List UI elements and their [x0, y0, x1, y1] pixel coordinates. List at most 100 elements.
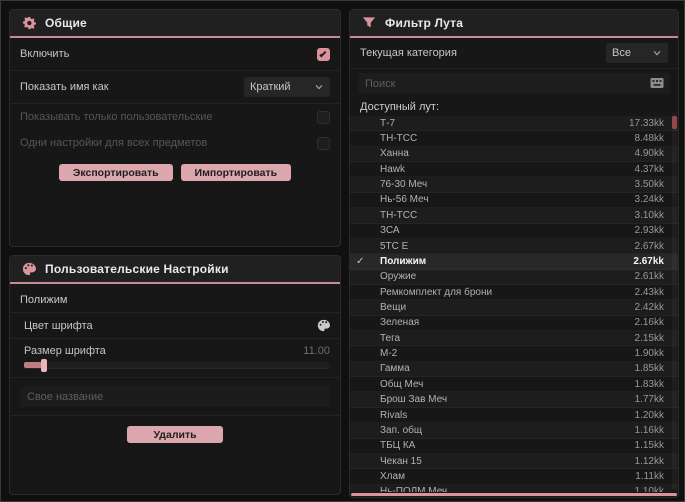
panel-custom-settings: Пользовательские Настройки Полижим Цвет … [9, 255, 341, 495]
loot-row[interactable]: Гамма 1.85kk [350, 362, 678, 377]
loot-row-name: Хлам [380, 470, 405, 482]
loot-row-name: Нь-ПОЛМ Меч [380, 486, 448, 492]
search-input[interactable] [358, 73, 670, 94]
loot-row[interactable]: ✓ Полижим 2.67kk [350, 254, 678, 270]
gear-icon [22, 16, 36, 30]
font-size-slider[interactable] [24, 359, 330, 372]
loot-row[interactable]: Зеленая 2.16kk [350, 316, 678, 331]
loot-row[interactable]: Нь-ПОЛМ Меч 1.10kk [350, 485, 678, 492]
loot-row[interactable]: Оружие 2.61kk [350, 270, 678, 285]
loot-row[interactable]: Нь-56 Меч 3.24kk [350, 193, 678, 208]
delete-button[interactable]: Удалить [127, 426, 223, 443]
loot-row-value: 1.11kk [635, 470, 664, 482]
show-name-row: Показать имя как Краткий [10, 71, 340, 104]
loot-row-value: 3.24kk [634, 194, 664, 206]
loot-row-name: ТН-ТСС [380, 209, 418, 221]
loot-row-value: 3.10kk [634, 209, 664, 221]
panel-title: Фильтр Лута [385, 16, 464, 30]
panel-title: Общие [45, 16, 87, 30]
loot-row-name: Hawk [380, 163, 406, 175]
available-loot-label: Доступный лут: [360, 101, 440, 113]
loot-row-value: 2.67kk [634, 240, 664, 252]
loot-row[interactable]: ЗСА 2.93kk [350, 224, 678, 239]
loot-row-value: 17.33kk [628, 117, 664, 129]
panel-general: Общие Включить Показать имя как Краткий … [9, 9, 341, 247]
loot-row-value: 1.16kk [634, 424, 664, 436]
loot-row[interactable]: Зап. общ 1.16kk [350, 423, 678, 438]
loot-row-name: 76-30 Меч [380, 179, 428, 191]
loot-row[interactable]: Т-7 17.33kk [350, 116, 678, 131]
bottom-scrollbar[interactable] [351, 493, 677, 496]
loot-row[interactable]: ТН-ТСС 8.48kk [350, 131, 678, 146]
check-icon: ✓ [356, 255, 365, 267]
same-settings-checkbox[interactable] [317, 136, 330, 150]
loot-row-name: Оружие [380, 271, 417, 283]
loot-row-name: Rivals [380, 409, 408, 421]
panel-loot-filter: Фильтр Лута Текущая категория Все Доступ… [349, 9, 679, 498]
loot-row[interactable]: Тега 2.15kk [350, 331, 678, 346]
only-custom-label: Показывать только пользовательские [20, 111, 213, 123]
slider-fill [24, 362, 43, 368]
loot-row[interactable]: Ремкомплект для брони 2.43kk [350, 285, 678, 300]
custom-name-row [10, 378, 340, 416]
panel-title: Пользовательские Настройки [45, 262, 229, 276]
loot-row-name: Гамма [380, 363, 410, 375]
loot-row[interactable]: Hawk 4.37kk [350, 162, 678, 177]
loot-row-name: Зеленая [380, 317, 420, 329]
funnel-icon [362, 17, 376, 28]
category-dropdown[interactable]: Все [606, 43, 668, 63]
loot-row[interactable]: Общ Меч 1.83kk [350, 377, 678, 392]
custom-name-input[interactable] [20, 386, 330, 407]
same-settings-row: Одни настройки для всех предметов [10, 130, 340, 156]
enable-label: Включить [20, 48, 70, 60]
loot-row[interactable]: Брош Зав Меч 1.77kk [350, 392, 678, 407]
loot-row-name: Вещи [380, 301, 407, 313]
only-custom-checkbox[interactable] [317, 110, 330, 124]
category-row: Текущая категория Все [350, 38, 678, 69]
chevron-down-icon [315, 84, 323, 90]
panel-custom-header: Пользовательские Настройки [10, 256, 340, 284]
show-name-dropdown[interactable]: Краткий [244, 77, 330, 97]
slider-handle[interactable] [40, 359, 47, 372]
loot-row-name: Брош Зав Меч [380, 394, 448, 406]
loot-row-value: 2.15kk [634, 332, 664, 344]
loot-row-value: 3.50kk [634, 179, 664, 191]
keyboard-icon[interactable] [650, 77, 664, 89]
loot-row-name: Полижим [380, 255, 427, 267]
loot-row-value: 1.12kk [634, 455, 664, 467]
loot-row-value: 4.37kk [634, 163, 664, 175]
loot-row-value: 2.93kk [634, 225, 664, 237]
loot-row[interactable]: ТН-ТСС 3.10kk [350, 208, 678, 223]
loot-row-value: 8.48kk [634, 133, 664, 145]
loot-row[interactable]: Rivals 1.20kk [350, 408, 678, 423]
loot-row-value: 1.90kk [634, 348, 664, 360]
category-label: Текущая категория [360, 47, 457, 59]
loot-row-name: Ремкомплект для брони [380, 286, 493, 298]
loot-row[interactable]: Ханна 4.90kk [350, 147, 678, 162]
export-button[interactable]: Экспортировать [58, 164, 173, 181]
loot-row-name: Чекан 15 [380, 455, 422, 467]
loot-row[interactable]: ТБЦ КА 1.15kk [350, 439, 678, 454]
loot-row[interactable]: 5ТС Е 2.67kk [350, 239, 678, 254]
show-name-value: Краткий [250, 81, 291, 93]
loot-row-name: ЗСА [380, 225, 400, 237]
chevron-down-icon [653, 50, 661, 56]
list-scrollbar[interactable] [672, 113, 677, 489]
loot-row-value: 1.20kk [634, 409, 664, 421]
loot-row[interactable]: Вещи 2.42kk [350, 300, 678, 315]
loot-row-name: Т-7 [380, 117, 395, 129]
loot-row-value: 4.90kk [634, 148, 664, 160]
scrollbar-thumb[interactable] [672, 116, 677, 129]
import-button[interactable]: Импортировать [180, 164, 292, 181]
loot-row[interactable]: 76-30 Меч 3.50kk [350, 177, 678, 192]
font-color-row[interactable]: Цвет шрифта [10, 313, 340, 339]
loot-row-value: 2.43kk [634, 286, 664, 298]
show-name-label: Показать имя как [20, 81, 109, 93]
loot-row[interactable]: М-2 1.90kk [350, 346, 678, 361]
loot-row-name: Зап. общ [380, 424, 423, 436]
enable-checkbox[interactable] [317, 47, 330, 61]
loot-row[interactable]: Чекан 15 1.12kk [350, 454, 678, 469]
loot-row-name: ТН-ТСС [380, 133, 418, 145]
loot-row-name: Общ Меч [380, 378, 424, 390]
loot-row[interactable]: Хлам 1.11kk [350, 469, 678, 484]
